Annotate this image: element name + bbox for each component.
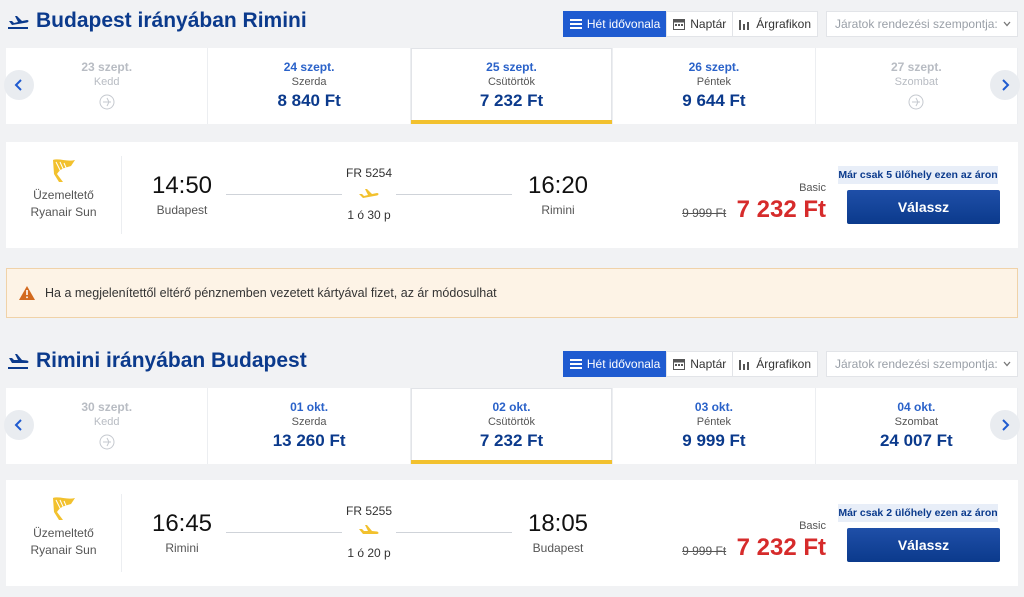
old-price: 9 999 Ft xyxy=(682,206,727,220)
prev-dates-button[interactable] xyxy=(4,410,34,440)
outbound-date-strip: 23 szept. Kedd 24 szept. Szerda 8 840 Ft… xyxy=(4,48,1020,124)
departure: 16:45 Rimini xyxy=(151,510,213,555)
calendar-button[interactable]: Naptár xyxy=(666,351,734,377)
week-timeline-button[interactable]: Hét idővonala xyxy=(562,11,668,37)
price: 7 232 Ft xyxy=(736,196,826,223)
ryanair-harp-logo xyxy=(52,497,75,520)
view-toggle: Hét idővonala Naptár Árgrafikon xyxy=(562,11,818,37)
date-cell-selected[interactable]: 02 okt. Csütörtök 7 232 Ft xyxy=(410,388,614,464)
choose-button[interactable]: Válassz xyxy=(847,190,1000,224)
landing-plane-icon xyxy=(8,354,29,369)
arrival: 18:05 Budapest xyxy=(527,510,589,555)
fare: Basic 9 999 Ft 7 232 Ft xyxy=(682,182,826,223)
ryanair-harp-logo xyxy=(52,159,75,182)
no-flight-icon xyxy=(99,94,115,110)
price-chart-button[interactable]: Árgrafikon xyxy=(732,11,818,37)
sort-select[interactable]: Járatok rendezési szempontja: xyxy=(826,351,1018,377)
date-cell: 23 szept. Kedd xyxy=(6,48,209,124)
chevron-left-icon xyxy=(14,419,22,431)
operator: Üzemeltető Ryanair Sun xyxy=(6,156,122,234)
calendar-icon xyxy=(673,19,686,30)
selected-indicator xyxy=(410,120,613,124)
arrival: 16:20 Rimini xyxy=(527,172,589,217)
date-cell[interactable]: 03 okt. Péntek 9 999 Ft xyxy=(613,388,816,464)
inbound-flight-card: Üzemeltető Ryanair Sun 16:45 Rimini FR 5… xyxy=(6,480,1018,586)
date-cell: 30 szept. Kedd xyxy=(6,388,209,464)
takeoff-plane-icon xyxy=(8,16,29,29)
duration: 1 ó 30 p xyxy=(347,208,391,222)
plane-icon xyxy=(359,189,379,198)
next-dates-button[interactable] xyxy=(990,410,1020,440)
price-chart-button[interactable]: Árgrafikon xyxy=(732,351,818,377)
route: FR 5254 1 ó 30 p xyxy=(226,164,512,224)
week-timeline-button[interactable]: Hét idővonala xyxy=(562,351,668,377)
prev-dates-button[interactable] xyxy=(4,70,34,100)
outbound-header: Budapest irányában Rimini Hét idővonala … xyxy=(0,0,1024,40)
departure: 14:50 Budapest xyxy=(151,172,213,217)
date-cell[interactable]: 01 okt. Szerda 13 260 Ft xyxy=(208,388,411,464)
inbound-header: Rimini irányában Budapest Hét idővonala … xyxy=(0,340,1024,380)
flight-number: FR 5254 xyxy=(345,166,393,180)
chevron-right-icon xyxy=(1002,419,1010,431)
no-flight-icon xyxy=(908,94,924,110)
price: 7 232 Ft xyxy=(736,534,826,561)
route-line xyxy=(226,194,342,195)
bar-chart-icon xyxy=(739,20,750,30)
choose-button[interactable]: Válassz xyxy=(847,528,1000,562)
calendar-icon xyxy=(673,359,686,370)
list-icon xyxy=(569,359,582,369)
next-dates-button[interactable] xyxy=(990,70,1020,100)
duration: 1 ó 20 p xyxy=(347,546,391,560)
date-cell: 27 szept. Szombat xyxy=(816,48,1019,124)
calendar-button[interactable]: Naptár xyxy=(666,11,734,37)
inbound-title: Rimini irányában Budapest xyxy=(36,349,307,372)
chevron-down-icon xyxy=(1003,361,1011,367)
no-flight-icon xyxy=(99,434,115,450)
sort-select[interactable]: Járatok rendezési szempontja: xyxy=(826,11,1018,37)
bar-chart-icon xyxy=(739,360,750,370)
view-toggle: Hét idővonala Naptár Árgrafikon xyxy=(562,351,818,377)
fare: Basic 9 999 Ft 7 232 Ft xyxy=(682,520,826,561)
seats-left-badge: Már csak 2 ülőhely ezen az áron xyxy=(838,504,998,522)
route-line xyxy=(396,194,512,195)
operator: Üzemeltető Ryanair Sun xyxy=(6,494,122,572)
date-cell[interactable]: 26 szept. Péntek 9 644 Ft xyxy=(613,48,816,124)
route-line xyxy=(226,532,342,533)
list-icon xyxy=(569,19,582,29)
inbound-date-strip: 30 szept. Kedd 01 okt. Szerda 13 260 Ft … xyxy=(4,388,1020,464)
route: FR 5255 1 ó 20 p xyxy=(226,502,512,562)
chevron-down-icon xyxy=(1003,21,1011,27)
outbound-flight-card: Üzemeltető Ryanair Sun 14:50 Budapest FR… xyxy=(6,142,1018,248)
warning-icon xyxy=(19,286,35,300)
chevron-left-icon xyxy=(14,79,22,91)
currency-warning: Ha a megjelenítettől eltérő pénznemben v… xyxy=(6,268,1018,318)
date-cell[interactable]: 04 okt. Szombat 24 007 Ft xyxy=(816,388,1019,464)
chevron-right-icon xyxy=(1002,79,1010,91)
selected-indicator xyxy=(410,460,613,464)
plane-icon xyxy=(359,525,379,534)
flight-number: FR 5255 xyxy=(345,504,393,518)
date-cell[interactable]: 24 szept. Szerda 8 840 Ft xyxy=(208,48,411,124)
old-price: 9 999 Ft xyxy=(682,544,727,558)
route-line xyxy=(396,532,512,533)
seats-left-badge: Már csak 5 ülőhely ezen az áron xyxy=(838,166,998,184)
outbound-title: Budapest irányában Rimini xyxy=(36,9,307,32)
date-cell-selected[interactable]: 25 szept. Csütörtök 7 232 Ft xyxy=(410,48,614,124)
